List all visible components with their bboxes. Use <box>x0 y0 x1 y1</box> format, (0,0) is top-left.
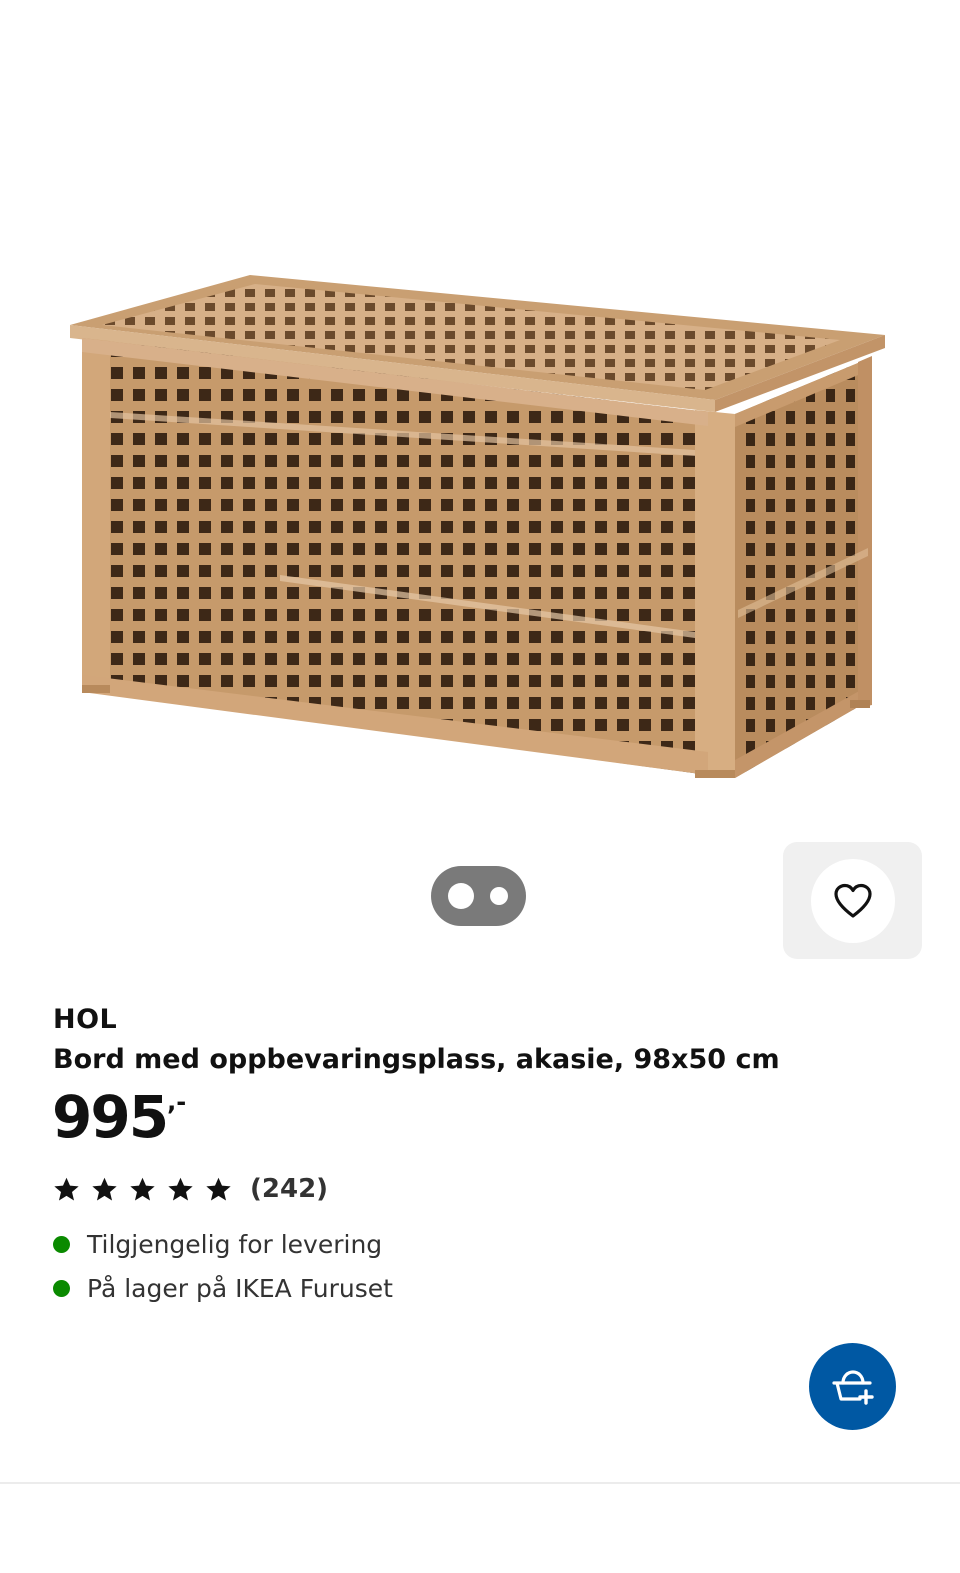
status-dot-icon <box>53 1236 70 1253</box>
availability-delivery: Tilgjengelig for levering <box>53 1230 382 1259</box>
favourite-button-container <box>783 842 922 959</box>
status-dot-icon <box>53 1280 70 1297</box>
star-icon <box>168 1177 193 1201</box>
availability-store: På lager på IKEA Furuset <box>53 1274 393 1303</box>
product-page: HOL Bord med oppbevaringsplass, akasie, … <box>0 0 960 1573</box>
product-image[interactable] <box>40 230 920 810</box>
star-icon <box>206 1177 231 1201</box>
image-carousel-indicator[interactable] <box>431 866 526 926</box>
availability-text: Tilgjengelig for levering <box>87 1230 383 1259</box>
star-icon <box>92 1177 117 1201</box>
price-suffix: ,- <box>167 1088 187 1116</box>
add-to-cart-button[interactable] <box>809 1343 896 1430</box>
carousel-dot-active[interactable] <box>448 883 474 909</box>
product-brand[interactable]: HOL <box>53 1004 117 1035</box>
price-value: 995 <box>52 1083 169 1151</box>
rating-count[interactable]: (242) <box>250 1174 328 1204</box>
star-icon <box>54 1177 79 1201</box>
product-price: 995 ,- <box>52 1088 186 1146</box>
product-rating[interactable]: (242) <box>53 1174 328 1204</box>
star-icon <box>130 1177 155 1201</box>
product-description[interactable]: Bord med oppbevaringsplass, akasie, 98x5… <box>53 1044 780 1075</box>
shopping-bag-add-icon <box>831 1369 874 1405</box>
divider <box>0 1482 960 1484</box>
favourite-button[interactable] <box>810 858 895 943</box>
rating-stars <box>53 1176 232 1203</box>
heart-icon <box>833 883 872 918</box>
availability-text: På lager på IKEA Furuset <box>87 1274 393 1303</box>
carousel-dot[interactable] <box>490 887 508 905</box>
